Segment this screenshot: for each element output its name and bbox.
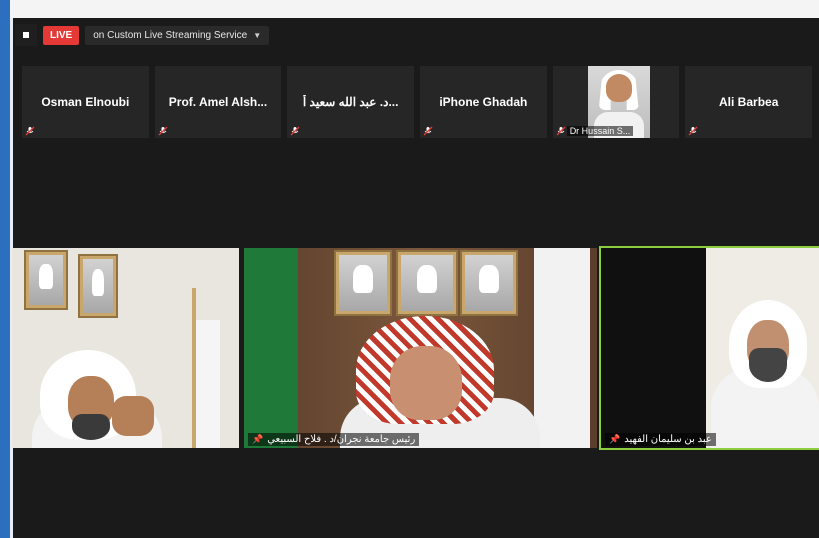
- chevron-down-icon: ▼: [253, 30, 262, 40]
- live-stream-bar: LIVE on Custom Live Streaming Service ▼: [15, 24, 270, 46]
- live-service-label: on Custom Live Streaming Service: [93, 29, 248, 41]
- mic-muted-icon: [158, 126, 168, 136]
- person-beard: [749, 348, 787, 382]
- video-tile-active[interactable]: 📌 عبد بن سليمان الفهيد: [599, 246, 819, 450]
- person-beard: [72, 414, 110, 440]
- portrait-frame: [78, 254, 118, 318]
- saudi-flag: [244, 248, 298, 448]
- left-accent-stripe: [0, 0, 10, 538]
- participant-name: Prof. Amel Alsh...: [168, 95, 268, 109]
- participant-tile[interactable]: Ali Barbea: [685, 66, 813, 138]
- participant-tile[interactable]: د. عبد الله سعيد أ...: [287, 66, 415, 138]
- portrait-frame: [334, 250, 392, 316]
- stop-icon: [23, 32, 29, 38]
- participant-strip: Osman Elnoubi Prof. Amel Alsh... د. عبد …: [22, 66, 813, 138]
- black-background: [601, 248, 706, 448]
- video-tile[interactable]: [12, 248, 239, 448]
- video-caption: 📌 عبد بن سليمان الفهيد: [605, 433, 716, 446]
- portrait-frame: [396, 250, 458, 316]
- live-service-dropdown[interactable]: on Custom Live Streaming Service ▼: [85, 25, 270, 45]
- participant-tile-video[interactable]: Dr Hussain S...: [552, 66, 680, 138]
- person-hand: [112, 396, 154, 436]
- university-flag: [534, 248, 590, 448]
- mic-muted-icon: [423, 126, 433, 136]
- video-caption-text: عبد بن سليمان الفهيد: [624, 434, 712, 445]
- stop-stream-button[interactable]: [15, 24, 37, 46]
- video-caption: 📌 رئيس جامعة نجران/د . فلاح السبيعي: [248, 433, 420, 446]
- participant-name: Osman Elnoubi: [41, 95, 130, 109]
- gallery-view: 📌 رئيس جامعة نجران/د . فلاح السبيعي 📌 عب…: [12, 246, 819, 450]
- browser-top-edge: [0, 0, 819, 18]
- mic-muted-icon: [688, 126, 698, 136]
- participant-name: د. عبد الله سعيد أ...: [302, 95, 399, 109]
- participant-name: Dr Hussain S...: [566, 126, 634, 136]
- participant-tile[interactable]: iPhone Ghadah: [420, 66, 547, 138]
- video-tile-speaker[interactable]: 📌 رئيس جامعة نجران/د . فلاح السبيعي: [244, 248, 597, 448]
- video-caption-text: رئيس جامعة نجران/د . فلاح السبيعي: [267, 434, 416, 445]
- mic-muted-icon: [290, 126, 300, 136]
- participant-tile[interactable]: Osman Elnoubi: [22, 66, 149, 138]
- live-badge[interactable]: LIVE: [43, 25, 80, 45]
- participant-name: Ali Barbea: [719, 95, 779, 109]
- portrait-frame: [24, 250, 68, 310]
- participant-tile[interactable]: Prof. Amel Alsh...: [154, 66, 282, 138]
- mic-muted-icon: [25, 126, 35, 136]
- person-face: [390, 346, 462, 420]
- participant-name: iPhone Ghadah: [439, 95, 528, 109]
- university-flag: [196, 320, 220, 448]
- mic-muted-icon: [556, 126, 566, 136]
- portrait-frame: [460, 250, 518, 316]
- pin-icon: 📌: [609, 434, 621, 444]
- pin-icon: 📌: [252, 434, 264, 444]
